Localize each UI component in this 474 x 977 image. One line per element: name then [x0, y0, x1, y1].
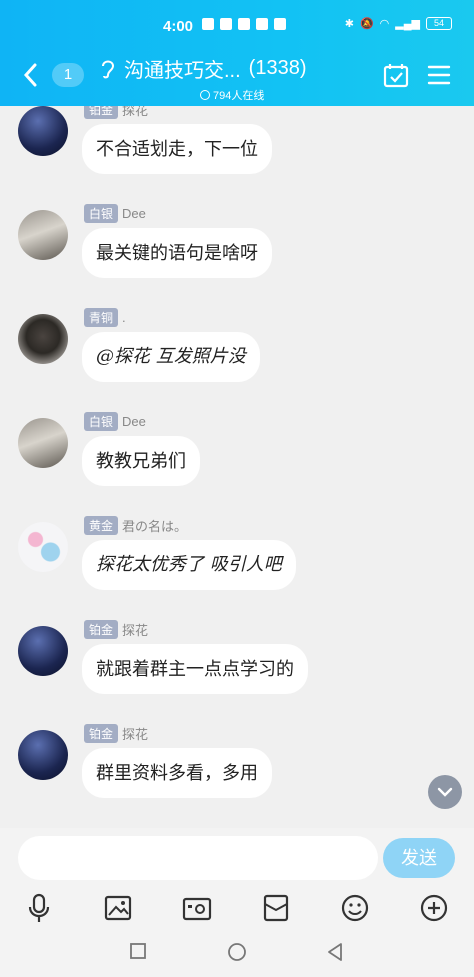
- gift-icon: [274, 18, 286, 30]
- chevron-left-icon: [23, 63, 37, 87]
- mute-icon: 🔕: [359, 18, 374, 30]
- ear-icon: [102, 60, 115, 78]
- chevron-down-icon: [437, 787, 453, 797]
- sender-name[interactable]: 探花: [122, 724, 148, 743]
- online-status: 794人在线: [200, 87, 370, 103]
- unread-count: 1: [52, 63, 84, 87]
- sender-name[interactable]: Dee: [122, 414, 146, 429]
- send-button[interactable]: 发送: [383, 838, 455, 878]
- more-button[interactable]: [417, 891, 451, 925]
- rank-badge: 黄金: [84, 516, 119, 535]
- scroll-to-bottom-button[interactable]: [428, 775, 462, 809]
- emoji-button[interactable]: [338, 891, 372, 925]
- avatar[interactable]: [18, 314, 68, 364]
- image-icon: [104, 895, 132, 921]
- message-bubble[interactable]: 最关键的语句是啥呀: [82, 228, 272, 278]
- message-bubble[interactable]: 教教兄弟们: [82, 436, 200, 486]
- image-button[interactable]: [101, 891, 135, 925]
- rank-badge: 白银: [84, 204, 119, 223]
- message-input[interactable]: [18, 836, 378, 880]
- chat-title[interactable]: 沟通技巧交... (1338) 794人在线: [100, 54, 370, 103]
- microphone-icon: [28, 893, 50, 922]
- message-bubble[interactable]: 就跟着群主一点点学习的: [82, 644, 308, 694]
- notification-icons: [202, 18, 286, 30]
- system-nav-bar: [0, 928, 474, 977]
- sender-name[interactable]: 君の名は。: [122, 516, 187, 535]
- rank-badge: 铂金: [84, 620, 119, 639]
- recents-icon[interactable]: [129, 942, 147, 960]
- avatar[interactable]: [18, 106, 68, 156]
- bluetooth-icon: ✱: [344, 18, 354, 30]
- app-icon: [220, 18, 232, 30]
- message-list[interactable]: 铂金 探花 不合适划走，下一位 白银 Dee 最关键的语句是啥呀 青铜. @探花 互…: [0, 106, 474, 828]
- sender-name[interactable]: Dee: [122, 206, 146, 221]
- camera-button[interactable]: [180, 891, 214, 925]
- battery-icon: 54: [426, 17, 452, 30]
- avatar[interactable]: [18, 730, 68, 780]
- message-bubble[interactable]: 探花太优秀了 吸引人吧: [82, 540, 296, 590]
- location-icon: [238, 18, 250, 30]
- rank-badge: 铂金: [84, 106, 119, 119]
- group-name: 沟通技巧交...: [124, 60, 241, 82]
- voice-button[interactable]: [22, 891, 56, 925]
- wifi-icon: ◠: [379, 18, 390, 30]
- avatar[interactable]: [18, 210, 68, 260]
- signal-icon: ▂▄▆: [395, 18, 420, 30]
- home-icon[interactable]: [227, 942, 247, 962]
- camera-icon: [182, 897, 212, 921]
- back-button[interactable]: 1: [22, 58, 92, 92]
- calendar-check-icon[interactable]: [383, 62, 409, 88]
- sender-name[interactable]: 探花: [122, 620, 148, 639]
- avatar[interactable]: [18, 626, 68, 676]
- input-toolbar: [0, 888, 474, 928]
- cart-icon: [202, 18, 214, 30]
- message-bubble[interactable]: @探花 互发照片没: [82, 332, 260, 382]
- sender-name[interactable]: .: [122, 310, 126, 325]
- avatar[interactable]: [18, 522, 68, 572]
- status-right: ✱ 🔕 ◠ ▂▄▆ 54: [345, 17, 452, 30]
- red-packet-button[interactable]: [259, 891, 293, 925]
- avatar[interactable]: [18, 418, 68, 468]
- back-nav-icon[interactable]: [326, 942, 344, 962]
- member-count: (1338): [248, 57, 307, 79]
- message-bubble[interactable]: 群里资料多看，多用: [82, 748, 272, 798]
- envelope-icon: [263, 894, 289, 922]
- nav-bar: 1 沟通技巧交... (1338) 794人在线: [0, 44, 474, 106]
- plus-circle-icon: [420, 894, 448, 922]
- emoji-icon: [341, 894, 369, 922]
- message-bubble[interactable]: 不合适划走，下一位: [82, 124, 272, 174]
- status-bar: 4:00 ✱ 🔕 ◠ ▂▄▆ 54: [0, 0, 474, 38]
- rank-badge: 铂金: [84, 724, 119, 743]
- rank-badge: 青铜: [84, 308, 119, 327]
- status-time: 4:00: [163, 18, 194, 35]
- rank-badge: 白银: [84, 412, 119, 431]
- menu-icon[interactable]: [427, 62, 451, 88]
- chat-header: 4:00 ✱ 🔕 ◠ ▂▄▆ 54 1 沟通技巧交... (1338) 794人…: [0, 0, 474, 106]
- input-bar: 发送: [0, 828, 474, 888]
- check-circle-icon: [200, 90, 210, 100]
- globe-icon: [256, 18, 268, 30]
- sender-name[interactable]: 探花: [122, 106, 148, 119]
